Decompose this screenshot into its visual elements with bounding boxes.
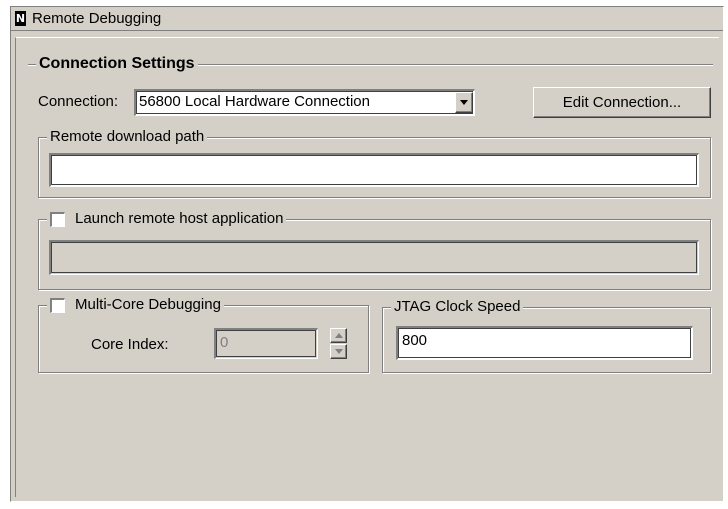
core-index-spinner [330,328,347,359]
launch-remote-legend: Launch remote host application [47,209,287,229]
remote-download-input[interactable] [49,153,699,187]
remote-debugging-panel: N Remote Debugging Connection Settings C… [10,6,724,502]
core-index-up-button [330,328,347,343]
multicore-label: Multi-Core Debugging [75,296,221,313]
launch-remote-label: Launch remote host application [75,210,284,227]
connection-select-value: 56800 Local Hardware Connection [139,93,370,110]
connection-settings-legend: Connection Settings [36,54,198,74]
core-index-down-button [330,344,347,359]
jtag-clock-value: 800 [402,332,428,349]
edit-connection-button-label: Edit Connection... [562,94,682,111]
connection-label: Connection: [38,93,119,110]
multicore-group: Multi-Core Debugging [38,295,369,373]
core-index-input: 0 [214,328,318,359]
connection-select[interactable]: 56800 Local Hardware Connection [134,89,475,116]
chevron-down-icon [334,349,343,354]
panel-body: Connection Settings Connection: 56800 Lo… [15,37,719,497]
connection-dropdown-button[interactable] [455,92,473,113]
multicore-legend: Multi-Core Debugging [47,295,224,315]
jtag-clock-input[interactable]: 800 [396,326,693,360]
core-index-label: Core Index: [91,336,169,353]
core-index-value: 0 [220,334,229,351]
chevron-down-icon [460,100,468,105]
app-logo-icon: N [15,11,26,26]
remote-download-legend: Remote download path [47,127,208,147]
panel-title: Remote Debugging [32,10,162,27]
jtag-legend: JTAG Clock Speed [391,297,524,317]
edit-connection-button[interactable]: Edit Connection... [533,87,711,118]
panel-titlebar: N Remote Debugging [11,7,723,31]
chevron-up-icon [334,333,343,338]
multicore-checkbox[interactable] [50,297,65,313]
launch-remote-input [49,240,699,275]
launch-remote-checkbox[interactable] [50,211,65,227]
